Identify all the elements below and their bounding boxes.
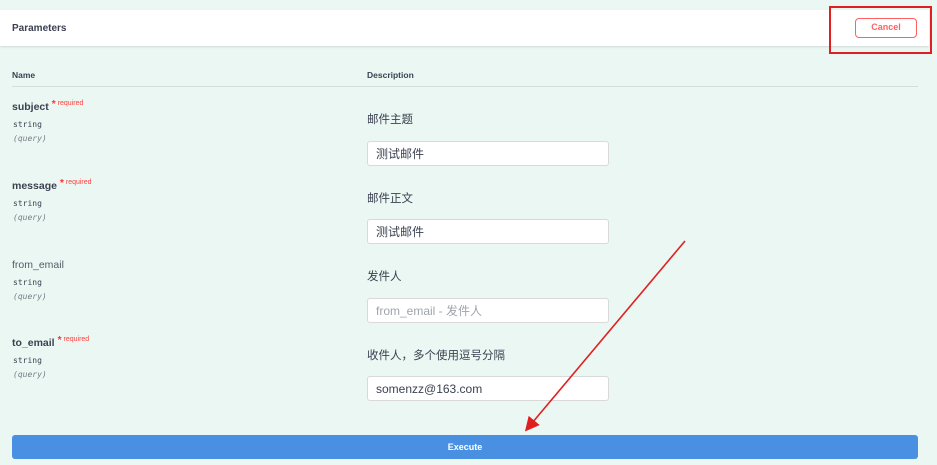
column-header-name: Name <box>12 70 36 80</box>
subject-input[interactable] <box>367 141 609 166</box>
param-type-message: string <box>13 199 42 208</box>
required-star: * <box>57 335 62 346</box>
to-email-input[interactable] <box>367 376 609 401</box>
param-description-to-email: 收件人，多个使用逗号分隔 <box>367 350 505 362</box>
column-divider <box>12 86 918 87</box>
required-star: * <box>59 178 64 189</box>
param-type-from-email: string <box>13 278 42 287</box>
param-in-message: (query) <box>13 213 47 222</box>
required-label: required <box>57 100 84 107</box>
execute-button[interactable]: Execute <box>12 435 918 459</box>
param-type-to-email: string <box>13 356 42 365</box>
section-title: Parameters <box>12 23 67 34</box>
param-name-to-email: to_email * required <box>12 335 90 349</box>
parameters-header: Parameters <box>0 10 929 46</box>
required-label: required <box>63 336 90 343</box>
param-description-message: 邮件正文 <box>367 193 413 205</box>
param-in-to-email: (query) <box>13 370 47 379</box>
param-in-from-email: (query) <box>13 292 47 301</box>
param-name-from-email: from_email <box>12 259 64 271</box>
param-name-subject: subject * required <box>12 99 84 113</box>
annotation-highlight-box <box>829 6 932 54</box>
required-label: required <box>65 179 92 186</box>
param-description-subject: 邮件主题 <box>367 114 413 126</box>
param-name-message: message * required <box>12 178 92 192</box>
message-input[interactable] <box>367 219 609 244</box>
param-type-subject: string <box>13 120 42 129</box>
column-header-description: Description <box>367 70 414 80</box>
param-in-subject: (query) <box>13 134 47 143</box>
required-star: * <box>51 99 56 110</box>
from-email-input[interactable] <box>367 298 609 323</box>
param-description-from-email: 发件人 <box>367 271 402 283</box>
